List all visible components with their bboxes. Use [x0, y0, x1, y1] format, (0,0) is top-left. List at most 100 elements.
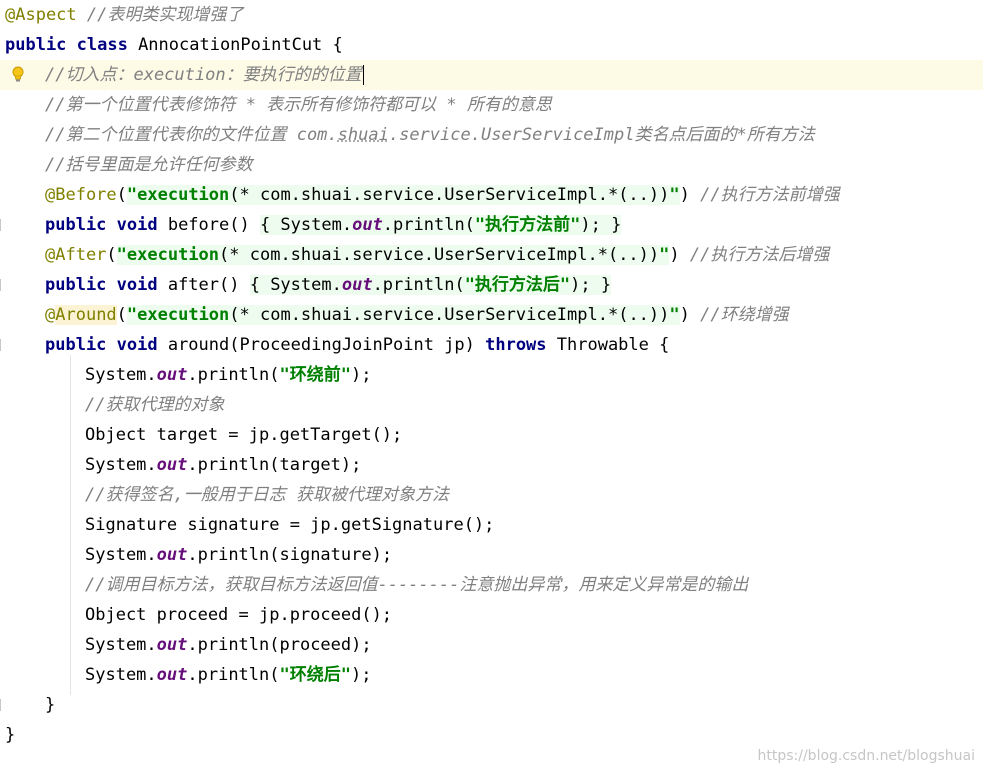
code-token: public void [45, 275, 158, 295]
code-token: @ [45, 305, 56, 325]
code-token: } [45, 695, 56, 715]
code-line[interactable]: //括号里面是允许任何参数 [0, 150, 983, 180]
fold-marker[interactable] [0, 279, 5, 291]
code-line[interactable]: Signature signature = jp.getSignature(); [0, 510, 983, 540]
code-line[interactable]: //第二个位置代表你的文件位置 com.shuai.service.UserSe… [0, 120, 983, 150]
code-token: Throwable { [546, 335, 670, 355]
code-text: Signature signature = jp.getSignature(); [85, 510, 494, 540]
fold-marker[interactable] [0, 699, 5, 711]
code-token: throws [485, 335, 547, 355]
fold-marker[interactable] [0, 219, 5, 231]
code-text: //切入点：execution：要执行的的位置 [45, 60, 364, 90]
code-token: System. [85, 455, 157, 475]
code-line[interactable]: System.out.println(signature); [0, 540, 983, 570]
watermark: https://blog.csdn.net/blogshuai [757, 748, 976, 764]
code-text: //第二个位置代表你的文件位置 com.shuai.service.UserSe… [45, 120, 815, 150]
code-token: ( [116, 305, 127, 325]
code-token: System. [85, 365, 157, 385]
code-text: System.out.println(proceed); [85, 630, 372, 660]
code-line[interactable]: //第一个位置代表修饰符 * 表示所有修饰符都可以 * 所有的意思 [0, 90, 983, 120]
code-line[interactable]: @After("execution(* com.shuai.service.Us… [0, 240, 983, 270]
code-token: Around [55, 305, 117, 325]
code-text: System.out.println(target); [85, 450, 361, 480]
code-text: //获得签名,一般用于日志 获取被代理对象方法 [85, 480, 449, 510]
code-token: "环绕后" [279, 665, 351, 685]
code-text: @Around("execution(* com.shuai.service.U… [45, 300, 789, 330]
code-token: ); } [580, 215, 622, 235]
code-token: ); [350, 365, 372, 385]
code-token: AnnocationPointCut { [127, 35, 343, 55]
code-line[interactable]: public void after() { System.out.println… [0, 270, 983, 300]
code-line[interactable]: public void before() { System.out.printl… [0, 210, 983, 240]
code-token: Object target = jp.getTarget(); [85, 425, 403, 445]
code-line[interactable]: System.out.println("环绕前"); [0, 360, 983, 390]
code-token: ); [350, 665, 372, 685]
code-line[interactable]: Object target = jp.getTarget(); [0, 420, 983, 450]
code-token: ); } [570, 275, 612, 295]
code-editor[interactable]: @Aspect //表明类实现增强了 public class Annocatio… [0, 0, 983, 772]
code-token: @After [45, 245, 107, 265]
code-line[interactable]: //获取代理的对象 [0, 390, 983, 420]
code-token: "执行方法后" [464, 275, 571, 295]
code-token: " [669, 305, 680, 325]
code-token: public void [45, 335, 158, 355]
code-text: System.out.println("环绕前"); [85, 360, 371, 390]
code-token: //括号里面是允许任何参数 [45, 155, 253, 175]
code-text: System.out.println(signature); [85, 540, 392, 570]
code-token: //第二个位置代表你的文件位置 com. [45, 125, 338, 145]
code-token: out [156, 665, 188, 685]
code-text: @After("execution(* com.shuai.service.Us… [45, 240, 829, 270]
code-line[interactable]: @Before("execution(* com.shuai.service.U… [0, 180, 983, 210]
code-token: System. [85, 665, 157, 685]
code-token: //切入点：execution：要执行的的位置 [45, 65, 362, 85]
code-token: { System. [259, 215, 353, 235]
code-text: @Aspect //表明类实现增强了 [5, 0, 243, 30]
code-token: .println(signature); [187, 545, 393, 565]
code-token: //环绕增强 [700, 305, 789, 325]
code-line[interactable]: //切入点：execution：要执行的的位置 [0, 60, 983, 90]
code-line[interactable]: } [0, 720, 983, 750]
code-text: //括号里面是允许任何参数 [45, 150, 252, 180]
code-token: (* com.shuai.service.UserServiceImpl.*(.… [229, 305, 670, 325]
fold-marker[interactable] [0, 339, 5, 351]
code-token: Object proceed = jp.proceed(); [85, 605, 393, 625]
code-token: .println( [187, 365, 280, 385]
code-line[interactable]: //调用目标方法，获取目标方法返回值--------注意抛出异常，用来定义异常是… [0, 570, 983, 600]
code-line[interactable]: @Aspect //表明类实现增强了 [0, 0, 983, 30]
code-token: out [341, 275, 373, 295]
code-token: .service.UserServiceImpl类名点后面的*所有方法 [388, 125, 815, 145]
code-token: { System. [249, 275, 342, 295]
code-token: " [659, 245, 670, 265]
code-line[interactable]: Object proceed = jp.proceed(); [0, 600, 983, 630]
code-line[interactable]: @Around("execution(* com.shuai.service.U… [0, 300, 983, 330]
code-token: shuai [337, 125, 389, 145]
code-token: .println( [382, 215, 475, 235]
code-token: "环绕前" [279, 365, 351, 385]
code-text: Object target = jp.getTarget(); [85, 420, 402, 450]
code-token: public void [45, 215, 158, 235]
code-line[interactable]: System.out.println("环绕后"); [0, 660, 983, 690]
code-line[interactable]: public class AnnocationPointCut { [0, 30, 983, 60]
code-text: //获取代理的对象 [85, 390, 224, 420]
code-token: Signature signature = jp.getSignature(); [85, 515, 495, 535]
code-line[interactable]: public void around(ProceedingJoinPoint j… [0, 330, 983, 360]
code-token: after() [157, 275, 250, 295]
code-line[interactable]: } [0, 690, 983, 720]
code-token: (* com.shuai.service.UserServiceImpl.*(.… [219, 245, 660, 265]
code-token: //表明类实现增强了 [76, 5, 244, 25]
code-text: public void around(ProceedingJoinPoint j… [45, 330, 669, 360]
code-token: "执行方法前" [474, 215, 581, 235]
code-line[interactable]: //获得签名,一般用于日志 获取被代理对象方法 [0, 480, 983, 510]
code-token: //获取代理的对象 [85, 395, 225, 415]
code-text: public void before() { System.out.printl… [45, 210, 622, 240]
code-token: (* com.shuai.service.UserServiceImpl.*(.… [229, 185, 670, 205]
lightbulb-icon[interactable] [11, 66, 25, 84]
code-token: "execution [116, 245, 220, 265]
text-caret [362, 65, 364, 85]
code-line[interactable]: System.out.println(proceed); [0, 630, 983, 660]
code-token: public class [5, 35, 128, 55]
code-token: "execution [126, 185, 230, 205]
code-token: .println(proceed); [187, 635, 372, 655]
code-token: " [669, 185, 680, 205]
code-line[interactable]: System.out.println(target); [0, 450, 983, 480]
